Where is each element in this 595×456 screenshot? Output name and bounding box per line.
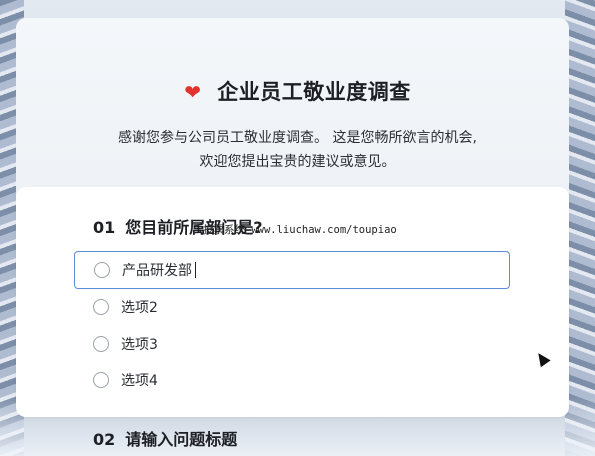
- option-label: 产品研发部: [122, 263, 192, 279]
- option-2[interactable]: 选项2: [93, 296, 158, 318]
- survey-header-card: [16, 18, 569, 204]
- option-label: 选项2: [121, 300, 158, 316]
- survey-title: 企业员工敬业度调查: [217, 80, 411, 104]
- question-2-title[interactable]: 02 请输入问题标题: [93, 426, 237, 450]
- option-label: 选项4: [121, 373, 158, 389]
- background-building-right: [565, 0, 595, 456]
- survey-title-row: ❤ 企业员工敬业度调查: [0, 76, 595, 106]
- survey-description: 感谢您参与公司员工敬业度调查。 这是您畅所欲言的机会, 欢迎您提出宝贵的建议或意…: [0, 126, 595, 174]
- watermark-overlay: 投票系统 www.liuchaw.com/toupiao: [203, 224, 397, 236]
- text-caret: [195, 262, 196, 278]
- radio-button[interactable]: [93, 299, 109, 315]
- option-1-input[interactable]: 产品研发部: [74, 251, 510, 289]
- radio-button[interactable]: [93, 336, 109, 352]
- question-number: 02: [93, 430, 116, 449]
- description-line-2: 欢迎您提出宝贵的建议或意见。: [199, 154, 396, 170]
- option-label: 选项3: [121, 337, 158, 353]
- option-4[interactable]: 选项4: [93, 369, 158, 391]
- heart-icon: ❤: [184, 80, 202, 104]
- question-number: 01: [93, 218, 116, 237]
- question-text: 请输入问题标题: [125, 430, 238, 449]
- radio-button[interactable]: [94, 262, 110, 278]
- description-line-1: 感谢您参与公司员工敬业度调查。 这是您畅所欲言的机会,: [118, 130, 477, 146]
- radio-button[interactable]: [93, 372, 109, 388]
- option-3[interactable]: 选项3: [93, 333, 158, 355]
